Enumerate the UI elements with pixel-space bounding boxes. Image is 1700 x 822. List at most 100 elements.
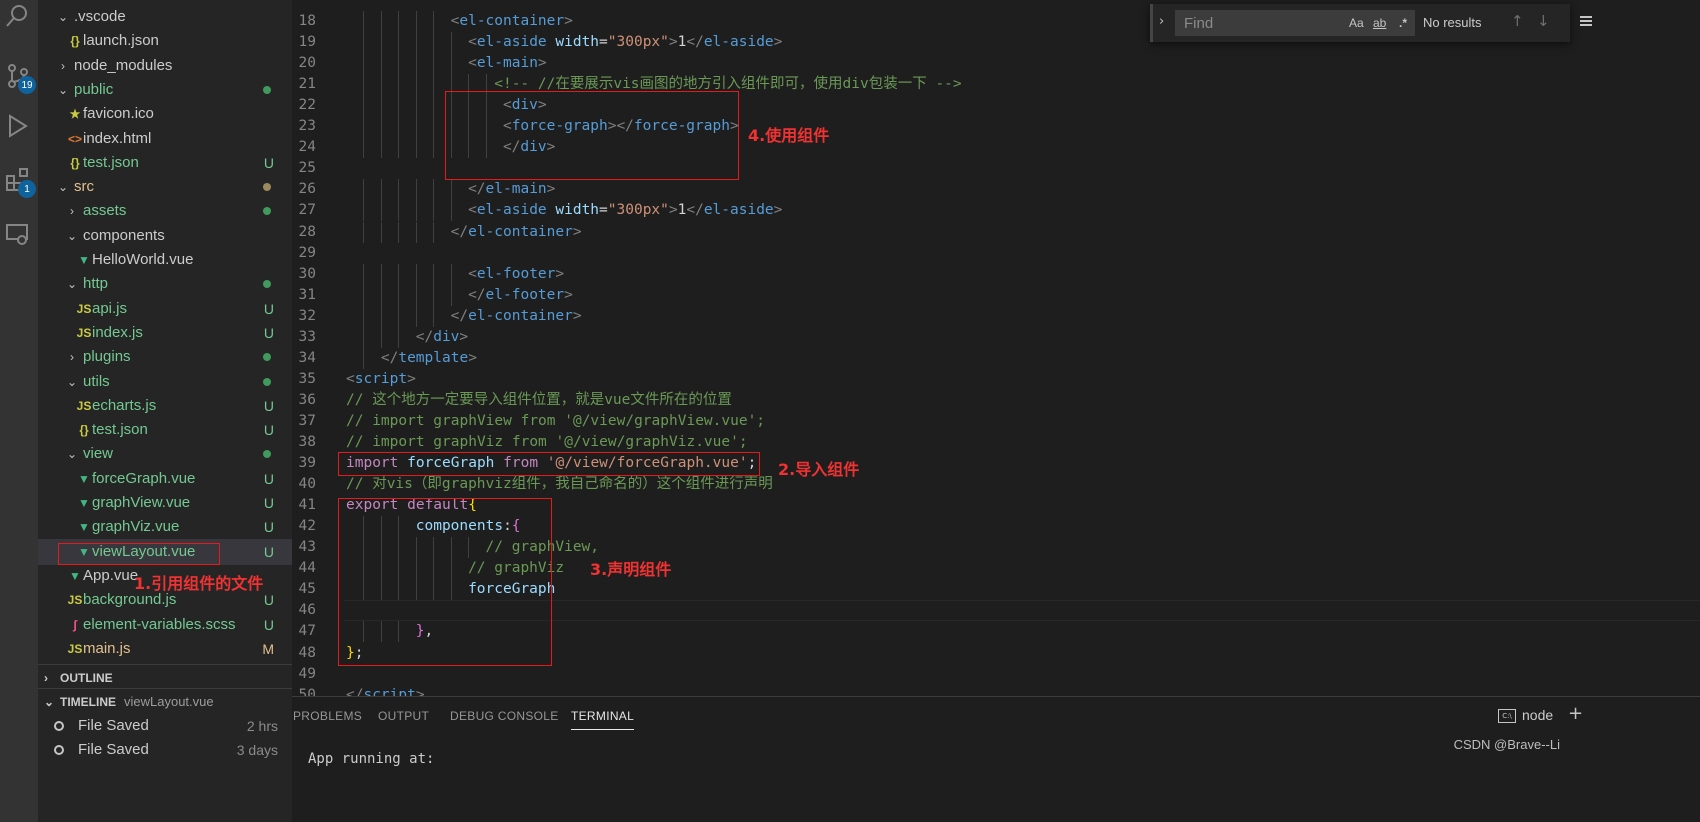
tree-file[interactable]: ʃ element-variables.scss U (38, 612, 292, 638)
indent-guide (363, 32, 365, 54)
line-number: 27 (298, 202, 316, 219)
line-number: 38 (298, 434, 316, 450)
scss-file-icon: ʃ (73, 617, 77, 632)
tree-file[interactable]: {} test.json U (38, 150, 292, 176)
tree-file[interactable]: ▼ HelloWorld.vue (38, 247, 292, 273)
chevron-down-icon: ⌄ (57, 10, 69, 24)
code-line[interactable]: 32 </el-container> (292, 306, 1700, 327)
indent-guide (415, 284, 417, 306)
search-icon[interactable] (4, 2, 34, 32)
chevron-down-icon: ⌄ (66, 374, 78, 389)
line-number: 47 (298, 623, 316, 640)
line-number: 43 (298, 539, 316, 556)
tab-problems[interactable]: PROBLEMS (293, 709, 362, 723)
tab-terminal[interactable]: TERMINAL (571, 709, 635, 730)
git-status-badge: U (263, 519, 274, 536)
tree-folder[interactable]: ⌄ components (38, 223, 292, 249)
git-status-badge: U (263, 592, 274, 609)
tree-file[interactable]: {} test.json U (38, 417, 292, 443)
tree-item-label: forceGraph.vue (92, 469, 196, 487)
git-status-dot (263, 183, 271, 192)
chevron-right-icon: › (70, 350, 74, 365)
code-editor[interactable]: 18 <el-container> 19 <el-aside width="300px… (292, 0, 1700, 716)
whole-word-toggle[interactable]: ab (1373, 16, 1386, 30)
annotation-box-use (445, 91, 739, 180)
indent-guide (433, 116, 435, 138)
tree-folder[interactable]: ⌄ .vscode (38, 4, 292, 30)
indent-guide (398, 221, 400, 243)
code-line[interactable]: 29 (292, 243, 1700, 264)
toggle-replace-chevron-icon[interactable]: › (1159, 14, 1164, 29)
tab-output[interactable]: OUTPUT (378, 709, 429, 723)
code-line[interactable]: 28 </el-container> (292, 222, 1700, 243)
indent-guide (363, 95, 365, 117)
remote-explorer-icon[interactable] (4, 220, 34, 250)
code-line[interactable]: 35 <script> (292, 369, 1700, 390)
terminal-name[interactable]: node (1522, 707, 1553, 723)
tree-folder[interactable]: ⌄ http (38, 271, 292, 297)
code-line[interactable]: 37 // import graphView from '@/view/graph… (292, 411, 1700, 432)
code-content: <script> (346, 370, 416, 387)
line-number: 44 (298, 560, 316, 577)
vue-file-icon: ▼ (78, 496, 90, 510)
annotation-use-component: 4.使用组件 (748, 126, 830, 145)
tree-file[interactable]: JS index.js U (38, 320, 292, 346)
tab-debug-console[interactable]: DEBUG CONSOLE (450, 709, 559, 723)
code-line[interactable]: 36 // 这个地方一定要导入组件位置，就是vue文件所在的位置 (292, 390, 1700, 411)
previous-match-arrow-up-icon[interactable]: ↑ (1511, 12, 1524, 30)
tree-file[interactable]: JS main.js M (38, 636, 292, 662)
tree-folder[interactable]: ⌄ utils (38, 369, 292, 395)
code-line[interactable]: 26 </el-main> (292, 179, 1700, 200)
code-line[interactable]: 30 <el-footer> (292, 264, 1700, 285)
tree-file[interactable]: ▼ graphView.vue U (38, 490, 292, 516)
favicon-star-icon: ★ (69, 107, 81, 122)
match-case-toggle[interactable]: Aa (1349, 16, 1364, 30)
next-match-arrow-down-icon[interactable]: ↓ (1537, 12, 1550, 30)
extensions-icon[interactable]: 1 (4, 166, 36, 198)
code-line[interactable]: 20 <el-main> (292, 53, 1700, 74)
indent-guide (415, 137, 417, 159)
timeline-section-header[interactable]: ⌄ TIMELINE viewLayout.vue (38, 688, 292, 714)
tree-folder[interactable]: ⌄ view (38, 441, 292, 467)
tree-file[interactable]: JS echarts.js U (38, 393, 292, 419)
outline-section-header[interactable]: › OUTLINE (38, 664, 292, 690)
timeline-title: TIMELINE (60, 695, 116, 709)
indent-guide (380, 11, 382, 33)
code-line[interactable]: 31 </el-footer> (292, 285, 1700, 306)
tree-item-label: favicon.ico (83, 105, 154, 123)
tree-file[interactable]: ▼ forceGraph.vue U (38, 466, 292, 492)
code-line[interactable]: 49 (292, 664, 1700, 685)
tree-folder[interactable]: › assets (38, 198, 292, 224)
source-control-badge: 19 (18, 76, 36, 94)
js-file-icon: JS (67, 641, 83, 656)
tree-item-label: index.html (83, 129, 152, 147)
code-line[interactable]: 27 <el-aside width="300px">1</el-aside> (292, 200, 1700, 221)
tree-file[interactable]: ▼ graphViz.vue U (38, 514, 292, 540)
git-status-dot (263, 207, 271, 216)
regex-toggle[interactable]: .* (1399, 16, 1407, 30)
more-actions-menu-icon[interactable] (1580, 16, 1592, 26)
terminal-output[interactable]: App running at: (308, 751, 434, 767)
code-line[interactable]: 38 // import graphViz from '@/view/graphV… (292, 432, 1700, 453)
code-content: <el-aside width="300px">1</el-aside> (468, 202, 783, 219)
run-debug-icon[interactable] (4, 112, 34, 142)
code-line[interactable]: 34 </template> (292, 348, 1700, 369)
code-line[interactable]: 40 // 对vis（即graphviz组件，我自己命名的）这个组件进行声明 (292, 474, 1700, 495)
indent-guide (363, 53, 365, 75)
timeline-item[interactable]: File Saved 3 days (38, 737, 292, 763)
tree-item-label: public (74, 80, 114, 98)
tree-folder[interactable]: ⌄ public (38, 77, 292, 103)
timeline-item[interactable]: File Saved 2 hrs (38, 713, 292, 739)
tree-file[interactable]: <> index.html (38, 126, 292, 152)
indent-guide (363, 221, 365, 243)
code-line[interactable]: 33 </div> (292, 327, 1700, 348)
source-control-icon[interactable]: 19 (4, 62, 36, 94)
tree-folder[interactable]: ⌄ src (38, 174, 292, 200)
tree-file[interactable]: JS api.js U (38, 296, 292, 322)
tree-folder[interactable]: › node_modules (38, 53, 292, 79)
tree-file[interactable]: ★ favicon.ico (38, 101, 292, 127)
annotation-reference-file: 1.引用组件的文件 (134, 574, 264, 593)
tree-file[interactable]: {} launch.json (38, 28, 292, 54)
tree-folder[interactable]: › plugins (38, 344, 292, 370)
new-terminal-plus-icon[interactable]: + (1568, 703, 1583, 724)
